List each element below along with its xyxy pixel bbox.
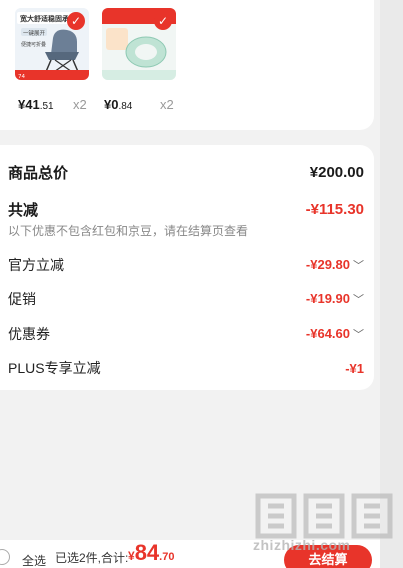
price-summary-card: 商品总价 ¥200.00 共减 -¥115.30 以下优惠不包含红包和京豆，请在… [0, 145, 374, 390]
discount-item-coupon[interactable]: 优惠券 -¥64.60 ﹀ [8, 324, 364, 344]
chevron-down-icon: ﹀ [353, 294, 364, 306]
discount-item-official[interactable]: 官方立减 -¥29.80 ﹀ [8, 255, 364, 275]
bottom-checkout-bar: 全选 已选2件,合计: ¥84.70 去结算 [0, 540, 380, 568]
svg-text:一键展开: 一键展开 [23, 29, 46, 37]
discount-item-promo[interactable]: 促销 -¥19.90 ﹀ [8, 289, 364, 309]
selected-check-icon[interactable]: ✓ [154, 12, 172, 30]
product-card: 宽大舒适稳固承重 一键展开 便捷可折叠 74 ✓ ✓ ¥41.51 x2 ¥0.… [0, 0, 374, 130]
product-qty-2: x2 [160, 97, 174, 112]
product-thumbnail-tape[interactable]: ✓ [102, 8, 176, 80]
chevron-down-icon: ﹀ [353, 329, 364, 341]
order-total: ¥84.70 [128, 540, 175, 565]
chevron-down-icon: ﹀ [353, 260, 364, 272]
total-price-label: 商品总价 [8, 165, 69, 182]
product-thumbnail-chair[interactable]: 宽大舒适稳固承重 一键展开 便捷可折叠 74 ✓ [15, 8, 89, 80]
discount-item-plus: PLUS专享立减 -¥1 [8, 360, 364, 376]
total-price-value: ¥200.00 [309, 164, 364, 181]
svg-text:74: 74 [18, 74, 25, 80]
selected-check-icon[interactable]: ✓ [67, 12, 85, 30]
discount-row: 共减 -¥115.30 [8, 199, 364, 220]
product-price-2: ¥0.84 [104, 97, 133, 112]
discount-value: -¥115.30 [305, 201, 364, 218]
svg-text:便捷可折叠: 便捷可折叠 [21, 41, 46, 48]
product-price-1: ¥41.51 [18, 97, 54, 112]
discount-note: 以下优惠不包含红包和京豆，请在结算页查看 [8, 224, 249, 238]
product-qty-1: x2 [73, 97, 87, 112]
select-all-label[interactable]: 全选 [22, 552, 46, 568]
discount-label: 共减 [8, 202, 39, 219]
select-all-radio[interactable] [0, 549, 10, 565]
selected-count-label: 已选2件,合计: [55, 551, 129, 565]
checkout-button[interactable]: 去结算 [284, 545, 372, 568]
total-price-row: 商品总价 ¥200.00 [8, 162, 364, 183]
right-edge-strip [380, 0, 403, 568]
